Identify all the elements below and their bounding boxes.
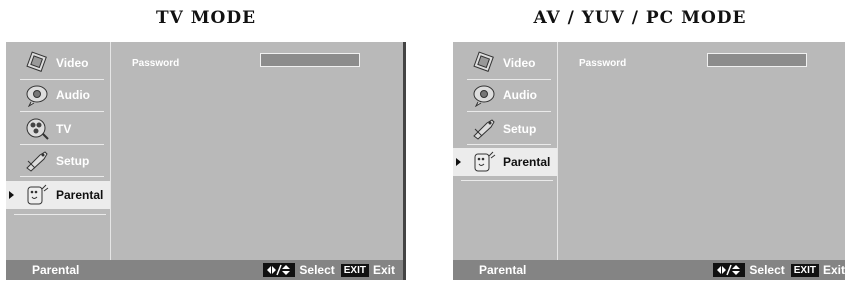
menu-item-label: Video — [503, 56, 536, 70]
menu-item-label: Setup — [503, 122, 537, 136]
audio-icon — [471, 83, 497, 108]
osd-screen-tv: Video Audio TV Setup Parental Password P… — [6, 42, 406, 280]
navigation-keys-icon — [263, 263, 296, 277]
menu-item-label: TV — [56, 122, 72, 136]
menu-item-label: Parental — [56, 188, 104, 202]
parental-icon — [24, 183, 50, 207]
setup-icon — [24, 149, 50, 173]
password-label: Password — [579, 58, 627, 69]
video-icon — [471, 51, 497, 75]
exit-label: Exit — [372, 263, 395, 277]
menu-item-audio[interactable]: Audio — [14, 81, 106, 109]
menu-item-parental[interactable]: Parental — [453, 148, 557, 176]
osd-screen-av: Video Audio Setup Parental Password Pare… — [453, 42, 845, 280]
select-label: Select — [299, 263, 335, 277]
menu-item-video[interactable]: Video — [461, 49, 553, 77]
menu-sidebar: Video Audio Setup Parental — [453, 42, 558, 260]
password-field[interactable] — [707, 53, 807, 67]
menu-item-label: Setup — [56, 154, 90, 168]
mode-title-av: AV / YUV / PC MODE — [533, 8, 747, 28]
mode-title-tv: TV MODE — [155, 8, 257, 28]
menu-item-setup[interactable]: Setup — [14, 147, 106, 175]
menu-item-tv[interactable]: TV — [14, 115, 106, 143]
audio-icon — [24, 83, 50, 108]
video-icon — [24, 51, 50, 75]
menu-sidebar: Video Audio TV Setup Parental — [6, 42, 111, 260]
navigation-keys-icon — [713, 263, 746, 277]
status-section-name: Parental — [32, 263, 80, 277]
status-section-name: Parental — [479, 263, 527, 277]
status-bar: Parental Select EXIT Exit — [6, 260, 403, 280]
password-label: Password — [132, 58, 180, 69]
menu-item-label: Audio — [56, 88, 90, 102]
setup-icon — [471, 117, 497, 141]
selection-arrow-icon — [9, 191, 14, 199]
menu-item-label: Parental — [503, 155, 551, 169]
menu-item-parental[interactable]: Parental — [6, 181, 110, 209]
select-label: Select — [749, 263, 785, 277]
parental-icon — [471, 150, 497, 174]
menu-item-setup[interactable]: Setup — [461, 115, 553, 143]
exit-key: EXIT — [790, 263, 819, 277]
exit-key: EXIT — [340, 263, 369, 277]
exit-label: Exit — [822, 263, 845, 277]
menu-item-audio[interactable]: Audio — [461, 81, 553, 109]
menu-item-label: Video — [56, 56, 89, 70]
selection-arrow-icon — [456, 158, 461, 166]
password-field[interactable] — [260, 53, 360, 67]
menu-item-label: Audio — [503, 88, 537, 102]
status-bar: Parental Select EXIT Exit — [453, 260, 845, 280]
menu-item-video[interactable]: Video — [14, 49, 106, 77]
tv-icon — [24, 117, 50, 141]
